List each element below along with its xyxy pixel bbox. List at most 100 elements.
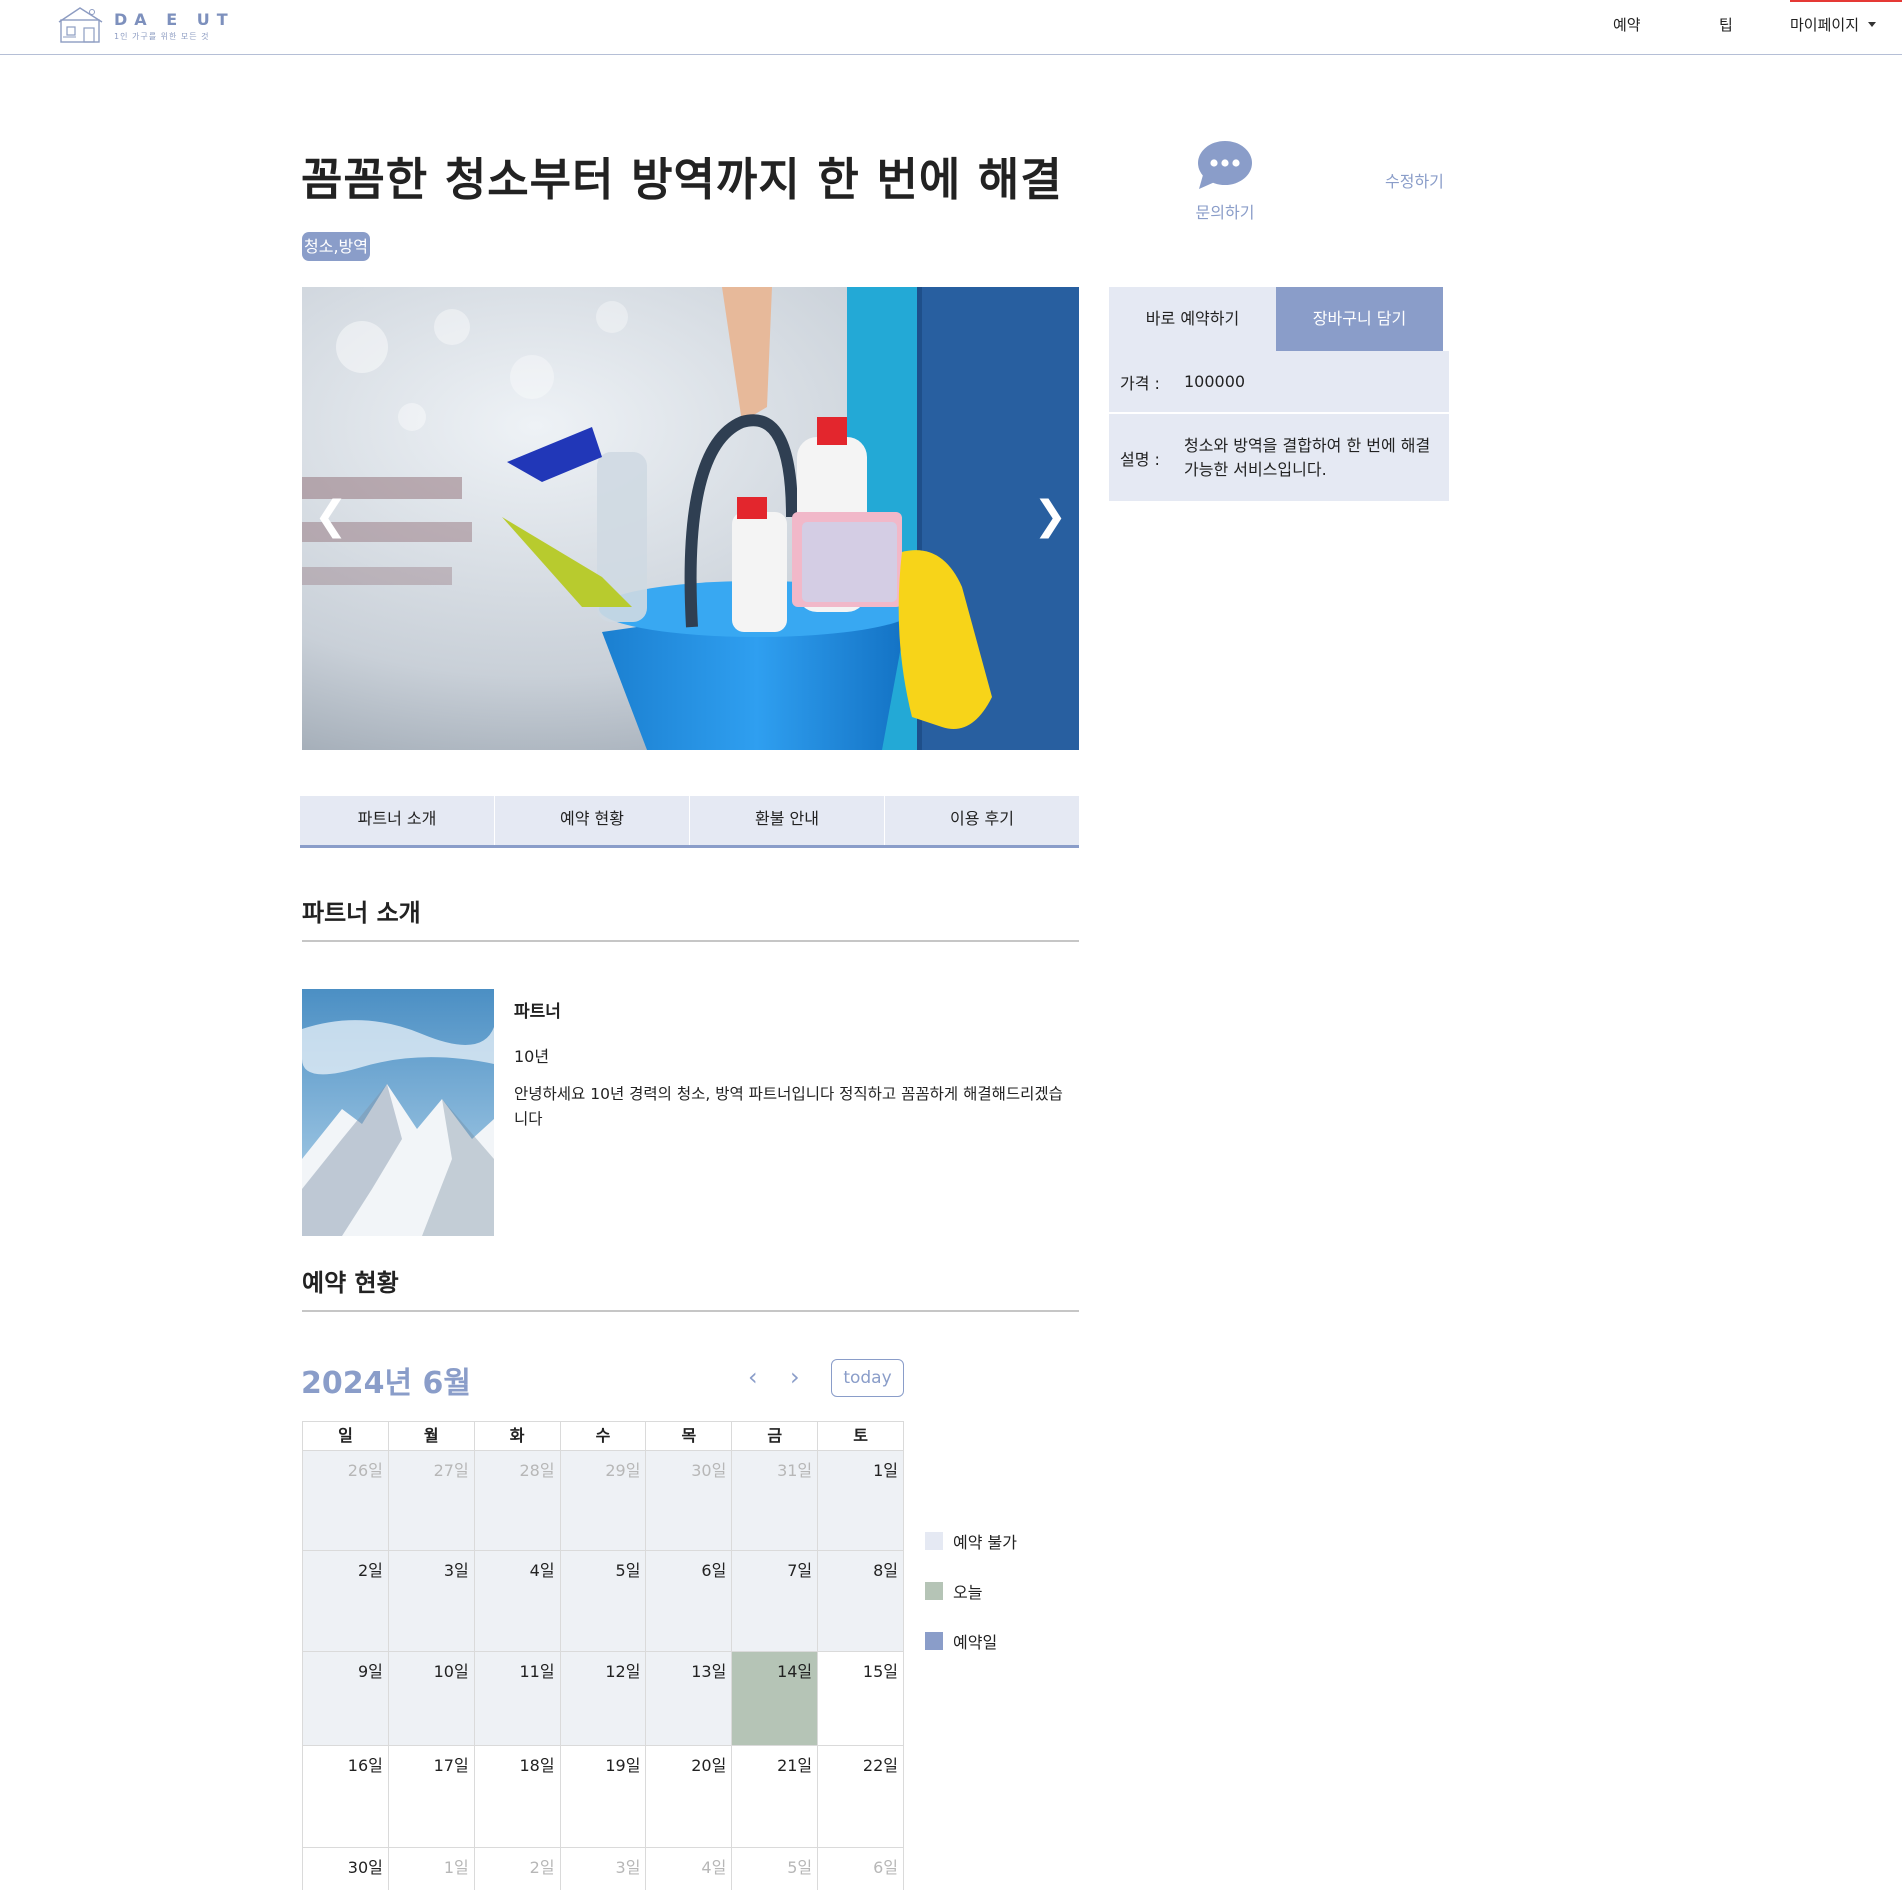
calendar-day-cell[interactable]: 17일	[388, 1746, 475, 1848]
nav-tip-link[interactable]: 팁	[1719, 14, 1733, 35]
tab-reservation-status[interactable]: 예약 현황	[494, 796, 689, 845]
weekday-mon: 월	[388, 1422, 475, 1451]
calendar-day-cell[interactable]: 9일	[303, 1652, 389, 1746]
calendar-month-title: 2024년 6월	[301, 1366, 472, 1401]
category-badge: 청소,방역	[302, 232, 370, 261]
inquiry-button[interactable]: 문의하기	[1185, 139, 1265, 223]
calendar-day-cell[interactable]: 7일	[732, 1551, 819, 1652]
calendar-day-cell[interactable]: 29일	[560, 1451, 647, 1551]
calendar-day-cell[interactable]: 8일	[818, 1551, 905, 1652]
description-value: 청소와 방역을 결합하여 한 번에 해결 가능한 서비스입니다.	[1184, 435, 1431, 479]
carousel-prev-button[interactable]: ❮	[314, 493, 348, 539]
description-label: 설명 :	[1120, 449, 1160, 469]
price-row: 가격 : 100000	[1109, 351, 1449, 413]
calendar-week-row: 2일 3일 4일 5일 6일 7일 8일	[303, 1551, 905, 1652]
weekday-fri: 금	[732, 1422, 819, 1451]
partner-experience: 10년	[514, 1047, 550, 1066]
cleaning-bucket-image	[302, 287, 1079, 750]
calendar-day-cell[interactable]: 21일	[732, 1746, 819, 1848]
page-title: 꼼꼼한 청소부터 방역까지 한 번에 해결	[301, 153, 1063, 206]
nav-mypage-label: 마이페이지	[1790, 16, 1860, 34]
tab-refund-guide[interactable]: 환불 안내	[689, 796, 884, 845]
chat-bubble-icon	[1198, 141, 1252, 189]
calendar-day-cell[interactable]: 5일	[732, 1848, 819, 1890]
calendar-day-cell[interactable]: 16일	[303, 1746, 389, 1848]
legend-swatch-today	[925, 1582, 943, 1600]
calendar-day-cell[interactable]: 13일	[646, 1652, 733, 1746]
inquiry-label: 문의하기	[1195, 203, 1255, 222]
calendar-day-cell[interactable]: 4일	[646, 1848, 733, 1890]
legend-label: 오늘	[953, 1583, 983, 1602]
calendar-day-cell[interactable]: 6일	[818, 1848, 905, 1890]
weekday-sun: 일	[303, 1422, 389, 1451]
calendar-body: 26일 27일 28일 29일 30일 31일 1일 2일 3일 4일 5일 6일 7일 8일 9일 10일 1…	[303, 1451, 905, 1890]
calendar-day-cell[interactable]: 11일	[474, 1652, 561, 1746]
calendar-day-cell[interactable]: 30일	[646, 1451, 733, 1551]
calendar-day-cell[interactable]: 3일	[561, 1848, 647, 1890]
legend-label: 예약일	[953, 1633, 998, 1652]
calendar-day-cell[interactable]: 15일	[818, 1652, 905, 1746]
legend-item: 예약일	[925, 1629, 997, 1653]
price-value: 100000	[1184, 371, 1246, 391]
weekday-thu: 목	[646, 1422, 733, 1451]
chevron-right-icon[interactable]: ›	[790, 1363, 800, 1391]
price-label: 가격 :	[1120, 373, 1160, 393]
calendar-day-cell[interactable]: 12일	[560, 1652, 647, 1746]
calendar-day-cell[interactable]: 4일	[474, 1551, 561, 1652]
calendar-weekday-header: 일 월 화 수 목 금 토	[303, 1422, 905, 1451]
add-to-cart-button[interactable]: 장바구니 담기	[1276, 287, 1443, 351]
calendar-week-row: 26일 27일 28일 29일 30일 31일 1일	[303, 1451, 905, 1551]
calendar-day-cell[interactable]: 27일	[388, 1451, 475, 1551]
top-navbar: DA E UT 1인 가구를 위한 모든 것 예약 팁 마이페이지	[0, 0, 1902, 55]
legend-swatch-reserved	[925, 1632, 943, 1650]
calendar-day-cell[interactable]: 20일	[646, 1746, 733, 1848]
tab-partner-intro[interactable]: 파트너 소개	[300, 796, 494, 845]
calendar-day-cell[interactable]: 22일	[818, 1746, 905, 1848]
reservation-section-title: 예약 현황	[302, 1269, 399, 1297]
calendar-day-cell[interactable]: 10일	[388, 1652, 475, 1746]
calendar-day-cell[interactable]: 3일	[388, 1551, 475, 1652]
calendar-day-cell[interactable]: 5일	[560, 1551, 647, 1652]
section-divider	[302, 940, 1079, 942]
caret-down-icon	[1868, 22, 1877, 27]
nav-reserve-link[interactable]: 예약	[1613, 14, 1641, 35]
description-row: 설명 : 청소와 방역을 결합하여 한 번에 해결 가능한 서비스입니다.	[1109, 414, 1449, 501]
calendar-week-row: 16일 17일 18일 19일 20일 21일 22일	[303, 1746, 905, 1848]
partner-photo	[302, 989, 494, 1236]
calendar-week-row: 30일 1일 2일 3일 4일 5일 6일	[303, 1848, 905, 1890]
calendar-day-cell[interactable]: 14일	[732, 1652, 819, 1746]
logo-tagline: 1인 가구를 위한 모든 것	[114, 31, 210, 41]
house-logo-icon	[58, 7, 103, 43]
calendar-week-row: 9일 10일 11일 12일 13일 14일 15일	[303, 1652, 905, 1746]
edit-link[interactable]: 수정하기	[1385, 168, 1444, 192]
partner-section-title: 파트너 소개	[302, 899, 421, 927]
calendar-day-cell[interactable]: 2일	[475, 1848, 561, 1890]
calendar-day-cell[interactable]: 18일	[474, 1746, 561, 1848]
book-now-button[interactable]: 바로 예약하기	[1109, 287, 1276, 351]
legend-item: 예약 불가	[925, 1529, 1017, 1553]
tab-reviews[interactable]: 이용 후기	[884, 796, 1079, 845]
calendar-day-cell[interactable]: 31일	[732, 1451, 819, 1551]
calendar-day-cell[interactable]: 28일	[474, 1451, 561, 1551]
site-logo[interactable]: DA E UT 1인 가구를 위한 모든 것	[58, 6, 235, 46]
calendar-day-cell[interactable]: 26일	[303, 1451, 389, 1551]
today-button[interactable]: today	[831, 1359, 904, 1397]
calendar-day-cell[interactable]: 2일	[303, 1551, 389, 1652]
booking-panel: 바로 예약하기 장바구니 담기 가격 : 100000 설명 : 청소와 방역을…	[1109, 287, 1449, 501]
partner-name: 파트너	[514, 1002, 561, 1022]
calendar-day-cell[interactable]: 1일	[818, 1451, 905, 1551]
legend-swatch-unavailable	[925, 1532, 943, 1550]
chevron-left-icon[interactable]: ‹	[748, 1363, 758, 1391]
active-indicator	[1790, 0, 1902, 2]
weekday-sat: 토	[818, 1422, 905, 1451]
carousel-next-button[interactable]: ❯	[1033, 493, 1067, 539]
section-divider	[302, 1310, 1079, 1312]
calendar-day-cell[interactable]: 6일	[646, 1551, 733, 1652]
calendar-day-cell[interactable]: 19일	[560, 1746, 647, 1848]
mountain-image	[302, 989, 494, 1236]
image-carousel[interactable]: ❮ ❯	[302, 287, 1079, 750]
calendar-day-cell[interactable]: 30일	[303, 1848, 389, 1890]
nav-mypage-dropdown[interactable]: 마이페이지	[1790, 14, 1877, 35]
calendar-day-cell[interactable]: 1일	[389, 1848, 475, 1890]
weekday-wed: 수	[560, 1422, 647, 1451]
